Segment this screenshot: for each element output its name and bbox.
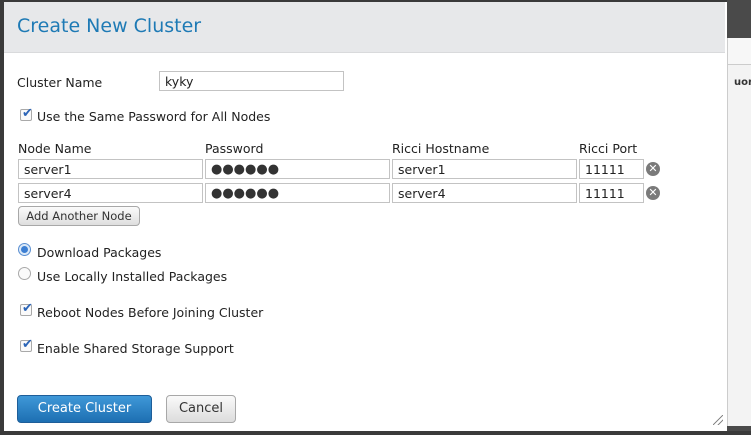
- node-name-input[interactable]: server4: [18, 183, 203, 203]
- resize-grip-icon[interactable]: [713, 415, 723, 425]
- cancel-button[interactable]: Cancel: [166, 395, 236, 423]
- password-input[interactable]: ●●●●●●: [205, 183, 390, 203]
- download-packages-radio[interactable]: [18, 243, 31, 256]
- backdrop-bottom: [0, 431, 751, 435]
- checkmark-icon: ✔: [22, 337, 33, 352]
- radio-selected-dot: [21, 246, 28, 253]
- local-packages-label: Use Locally Installed Packages: [37, 269, 228, 284]
- same-password-label: Use the Same Password for All Nodes: [37, 109, 271, 124]
- download-packages-label: Download Packages: [37, 245, 162, 260]
- shared-storage-label: Enable Shared Storage Support: [37, 341, 234, 356]
- background-toolbar: [728, 38, 751, 65]
- ricci-port-input[interactable]: 11111: [579, 159, 644, 179]
- local-packages-radio[interactable]: [18, 267, 31, 280]
- password-input[interactable]: ●●●●●●: [205, 159, 390, 179]
- background-page-panel: uoru: [727, 38, 751, 426]
- reboot-nodes-checkbox[interactable]: ✔: [20, 301, 33, 316]
- shared-storage-checkbox[interactable]: ✔: [20, 337, 33, 352]
- cluster-name-label: Cluster Name: [17, 75, 103, 90]
- header-node-name: Node Name: [18, 141, 92, 156]
- checkmark-icon: ✔: [22, 106, 33, 121]
- add-another-node-button[interactable]: Add Another Node: [18, 206, 140, 226]
- checkmark-icon: ✔: [22, 301, 33, 316]
- create-cluster-dialog: Create New Cluster Cluster Name kyky ✔ U…: [4, 2, 727, 431]
- cluster-name-input[interactable]: kyky: [159, 71, 344, 91]
- ricci-hostname-input[interactable]: server4: [392, 183, 577, 203]
- ricci-hostname-input[interactable]: server1: [392, 159, 577, 179]
- node-name-input[interactable]: server1: [18, 159, 203, 179]
- ricci-port-input[interactable]: 11111: [579, 183, 644, 203]
- header-password: Password: [205, 141, 264, 156]
- header-ricci-port: Ricci Port: [579, 141, 638, 156]
- header-ricci-hostname: Ricci Hostname: [392, 141, 490, 156]
- remove-node-icon[interactable]: ✕: [646, 162, 660, 176]
- create-cluster-button[interactable]: Create Cluster: [17, 395, 152, 423]
- background-tab-label: uoru: [734, 77, 751, 88]
- reboot-nodes-label: Reboot Nodes Before Joining Cluster: [37, 305, 264, 320]
- same-password-checkbox[interactable]: ✔: [20, 106, 33, 121]
- remove-node-icon[interactable]: ✕: [646, 186, 660, 200]
- dialog-header: Create New Cluster: [4, 2, 725, 53]
- dialog-title: Create New Cluster: [17, 15, 202, 37]
